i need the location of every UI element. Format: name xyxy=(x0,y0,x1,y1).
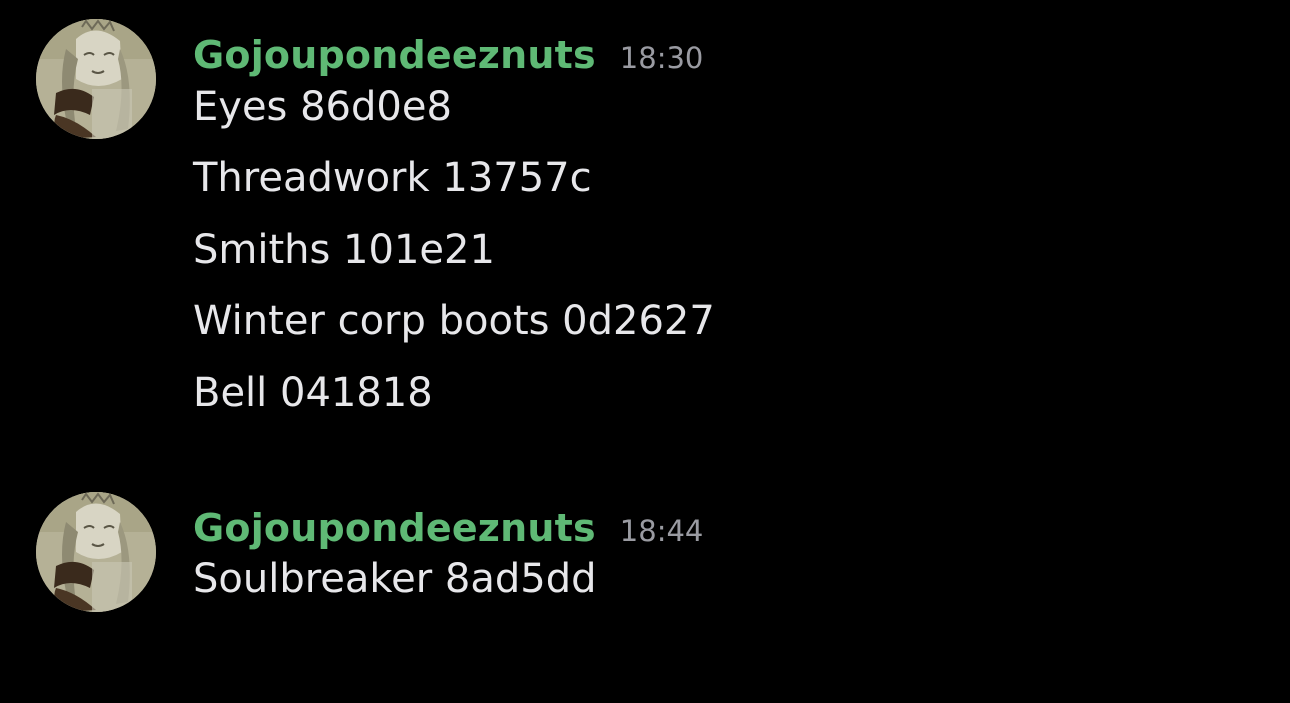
username[interactable]: Gojoupondeeznuts xyxy=(193,506,596,550)
message-line: Smiths 101e21 xyxy=(193,227,495,273)
username[interactable]: Gojoupondeeznuts xyxy=(193,33,596,77)
avatar[interactable] xyxy=(36,492,156,612)
message-line: Winter corp boots 0d2627 xyxy=(193,298,715,344)
message-header: Gojoupondeeznuts 18:44 xyxy=(193,506,703,550)
timestamp: 18:44 xyxy=(619,514,704,548)
message-group: Gojoupondeeznuts 18:44 Soulbreaker 8ad5d… xyxy=(0,492,1290,632)
avatar-image xyxy=(36,492,156,612)
avatar-image xyxy=(36,19,156,139)
message-header: Gojoupondeeznuts 18:30 xyxy=(193,33,703,77)
message-line: Soulbreaker 8ad5dd xyxy=(193,556,597,602)
message-line: Eyes 86d0e8 xyxy=(193,84,452,130)
message-line: Bell 041818 xyxy=(193,370,433,416)
avatar[interactable] xyxy=(36,19,156,139)
message-group: Gojoupondeeznuts 18:30 Eyes 86d0e8 Threa… xyxy=(0,19,1290,439)
timestamp: 18:30 xyxy=(619,41,704,75)
message-line: Threadwork 13757c xyxy=(193,155,592,201)
